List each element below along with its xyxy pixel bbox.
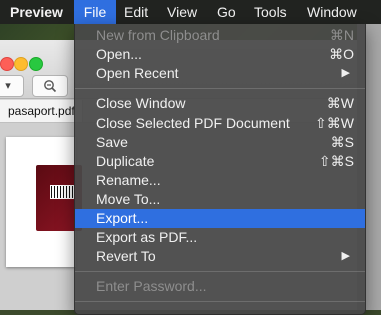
menu-item-open[interactable]: Open... ⌘O xyxy=(75,45,365,64)
zoom-out-button[interactable] xyxy=(32,75,68,97)
menu-item-open-recent[interactable]: Open Recent ▶ xyxy=(75,64,365,83)
menu-item-rename[interactable]: Rename... xyxy=(75,171,365,190)
menu-item-export-as-pdf[interactable]: Export as PDF... xyxy=(75,228,365,247)
submenu-arrow-icon: ▶ xyxy=(341,67,350,79)
menu-item-revert-to[interactable]: Revert To ▶ xyxy=(75,247,365,266)
menu-item-close-window[interactable]: Close Window ⌘W xyxy=(75,94,365,113)
window-menu[interactable]: Window xyxy=(307,0,357,24)
menu-item-export[interactable]: Export... xyxy=(75,209,365,228)
app-menu[interactable]: Preview xyxy=(10,0,63,24)
file-dropdown-menu: New from Clipboard ⌘N Open... ⌘O Open Re… xyxy=(74,24,366,315)
menu-separator xyxy=(75,271,365,272)
menu-item-new-from-clipboard: New from Clipboard ⌘N xyxy=(96,27,354,43)
magnifier-minus-icon xyxy=(44,80,57,93)
menu-item-move-to[interactable]: Move To... xyxy=(75,190,365,209)
menu-item-save[interactable]: Save ⌘S xyxy=(75,133,365,152)
edit-menu[interactable]: Edit xyxy=(124,0,148,24)
chevron-down-icon: ▾ xyxy=(5,80,11,92)
menu-item-enter-password: Enter Password... xyxy=(96,278,207,294)
file-menu[interactable]: File xyxy=(74,0,116,24)
zoom-window-icon[interactable] xyxy=(29,57,43,71)
go-menu[interactable]: Go xyxy=(217,0,236,24)
minimize-window-icon[interactable] xyxy=(14,57,28,71)
menu-separator xyxy=(75,88,365,89)
tools-menu[interactable]: Tools xyxy=(254,0,287,24)
barcode-image xyxy=(50,185,74,199)
view-menu-button[interactable]: ▾ xyxy=(0,75,24,97)
submenu-arrow-icon: ▶ xyxy=(341,250,350,262)
document-tab[interactable]: pasaport.pdf xyxy=(0,100,83,122)
menu-item-duplicate[interactable]: Duplicate ⇧⌘S xyxy=(75,152,365,171)
menu-bar: Preview File Edit View Go Tools Window xyxy=(0,0,381,24)
close-window-icon[interactable] xyxy=(0,57,14,71)
menu-item-close-selected[interactable]: Close Selected PDF Document ⇧⌘W xyxy=(75,114,365,133)
menu-separator xyxy=(75,301,365,302)
view-menu[interactable]: View xyxy=(167,0,197,24)
